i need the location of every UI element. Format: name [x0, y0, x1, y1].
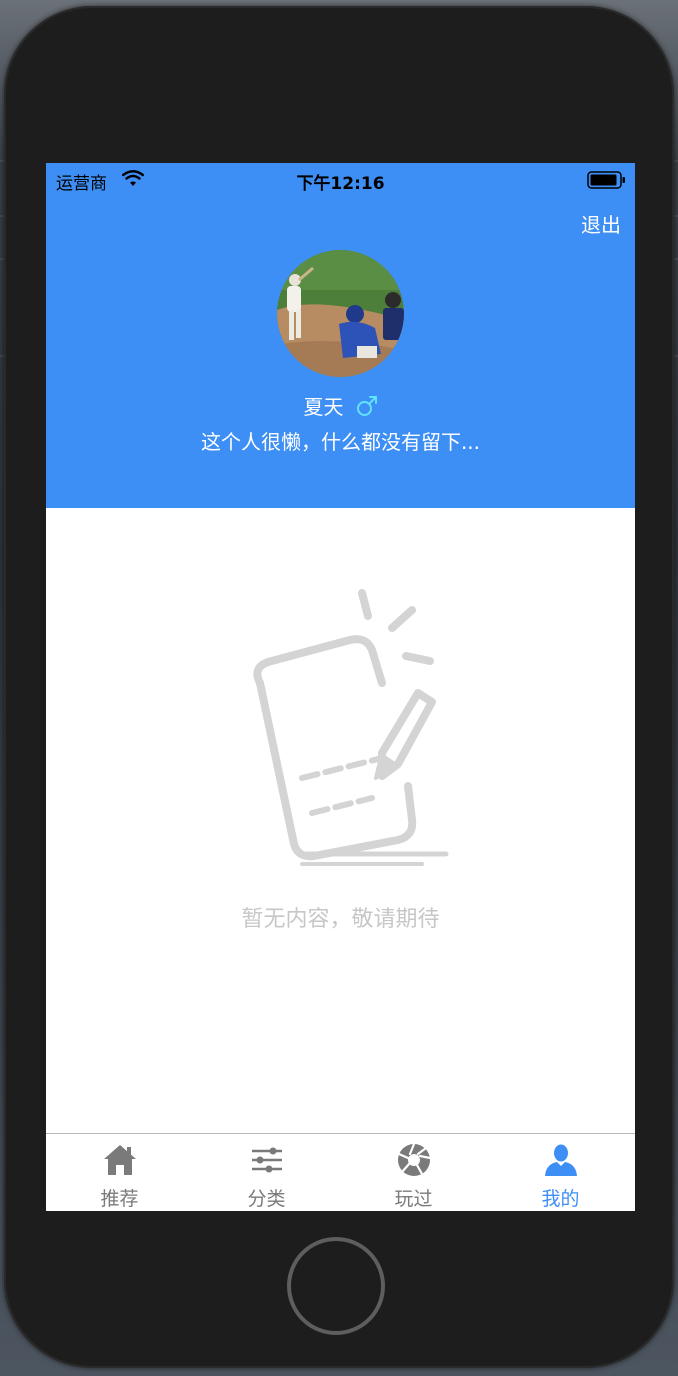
battery-icon	[587, 171, 625, 189]
clock-time: 下午12:16	[296, 174, 385, 194]
app-screen: 运营商 下午12:16 退出 夏天 这个人很懒，什么都没有留下... 暂无内容，…	[46, 163, 635, 1211]
status-bar: 运营商 下午12:16	[46, 163, 635, 197]
tab-label: 推荐	[100, 1188, 139, 1210]
male-icon	[356, 396, 377, 416]
user-icon	[544, 1144, 577, 1176]
tab-bar: 推荐 分类 玩过 我的	[46, 1133, 635, 1211]
bio-text: 这个人很懒，什么都没有留下...	[200, 430, 481, 454]
empty-state-message: 暂无内容，敬请期待	[241, 907, 440, 932]
aperture-icon	[397, 1142, 431, 1176]
username-label: 夏天	[303, 395, 344, 419]
user-info-line: 夏天	[46, 391, 635, 420]
profile-header: 运营商 下午12:16 退出 夏天 这个人很懒，什么都没有留下...	[46, 163, 635, 508]
avatar-photo	[277, 250, 404, 377]
tab-label: 玩过	[394, 1188, 433, 1210]
tab-played[interactable]: 玩过	[340, 1134, 487, 1211]
logout-button[interactable]: 退出	[581, 209, 621, 238]
avatar[interactable]	[277, 250, 404, 377]
tab-recommend[interactable]: 推荐	[46, 1134, 193, 1211]
tab-label: 分类	[247, 1188, 286, 1210]
note-edit-icon	[253, 589, 449, 866]
tab-category[interactable]: 分类	[193, 1134, 340, 1211]
sliders-icon	[251, 1147, 282, 1173]
tab-mine[interactable]: 我的	[487, 1134, 634, 1211]
tab-label: 我的	[541, 1188, 580, 1210]
home-button[interactable]	[287, 1237, 385, 1335]
home-icon	[103, 1145, 136, 1175]
